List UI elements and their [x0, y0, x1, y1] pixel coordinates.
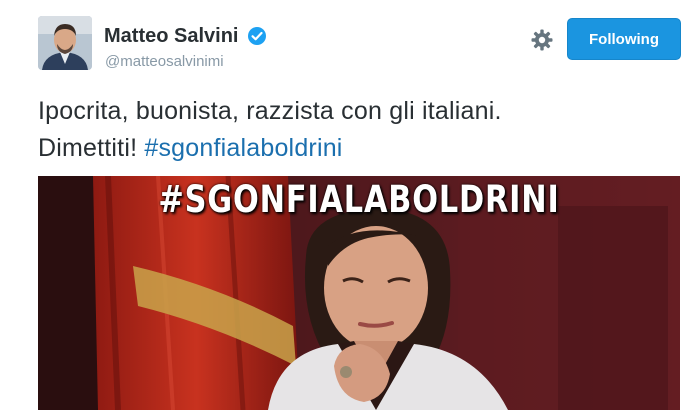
author-handle[interactable]: @matteosalvinimi	[105, 53, 224, 70]
verified-badge-icon	[248, 27, 266, 45]
following-button[interactable]: Following	[567, 18, 681, 60]
tweet-card: Matteo Salvini @matteosalvinimi Followin…	[0, 0, 700, 410]
hashtag-link[interactable]: #sgonfialaboldrini	[144, 134, 342, 162]
gear-icon[interactable]	[530, 28, 554, 52]
profile-photo-icon	[38, 16, 92, 70]
avatar[interactable]	[38, 16, 92, 70]
media-caption: #SGONFIALABOLDRINI	[158, 178, 560, 221]
tweet-text-line-1: Ipocrita, buonista, razzista con gli ita…	[38, 97, 502, 125]
tweet-text-line-2: Dimettiti! #sgonfialaboldrini	[38, 130, 668, 167]
author-name[interactable]: Matteo Salvini	[104, 25, 238, 48]
tweet-text-prefix: Dimettiti!	[38, 134, 145, 162]
tweet-media[interactable]: #SGONFIALABOLDRINI	[38, 176, 680, 410]
tweet-text: Ipocrita, buonista, razzista con gli ita…	[38, 93, 668, 167]
